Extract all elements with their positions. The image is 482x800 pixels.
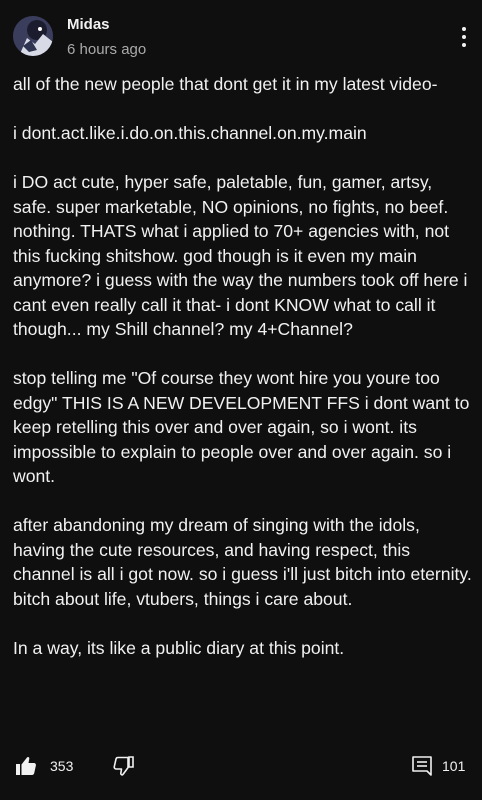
post-paragraph: In a way, its like a public diary at thi… <box>13 637 345 658</box>
avatar[interactable] <box>13 16 53 56</box>
post-actions-bar: 353 101 <box>0 748 482 788</box>
post-header: Midas 6 hours ago <box>0 0 482 70</box>
post-paragraph: i DO act cute, hyper safe, paletable, fu… <box>13 172 468 339</box>
comment-count: 101 <box>442 758 466 774</box>
thumbs-up-icon[interactable] <box>14 754 38 778</box>
thumbs-down-icon[interactable] <box>112 754 136 778</box>
post-paragraph: after abandoning my dream of singing wit… <box>13 515 472 609</box>
post-text: all of the new people that dont get it i… <box>13 72 473 685</box>
post-paragraph: i dont.act.like.i.do.on.this.channel.on.… <box>13 123 367 143</box>
comment-icon[interactable] <box>410 754 434 778</box>
author-name[interactable]: Midas <box>67 16 110 33</box>
post-paragraph: all of the new people that dont get it i… <box>13 74 438 94</box>
post-paragraph: stop telling me "Of course they wont hir… <box>13 368 470 486</box>
post-timestamp: 6 hours ago <box>67 41 147 58</box>
more-vert-icon[interactable] <box>454 27 474 49</box>
like-count: 353 <box>50 758 74 774</box>
